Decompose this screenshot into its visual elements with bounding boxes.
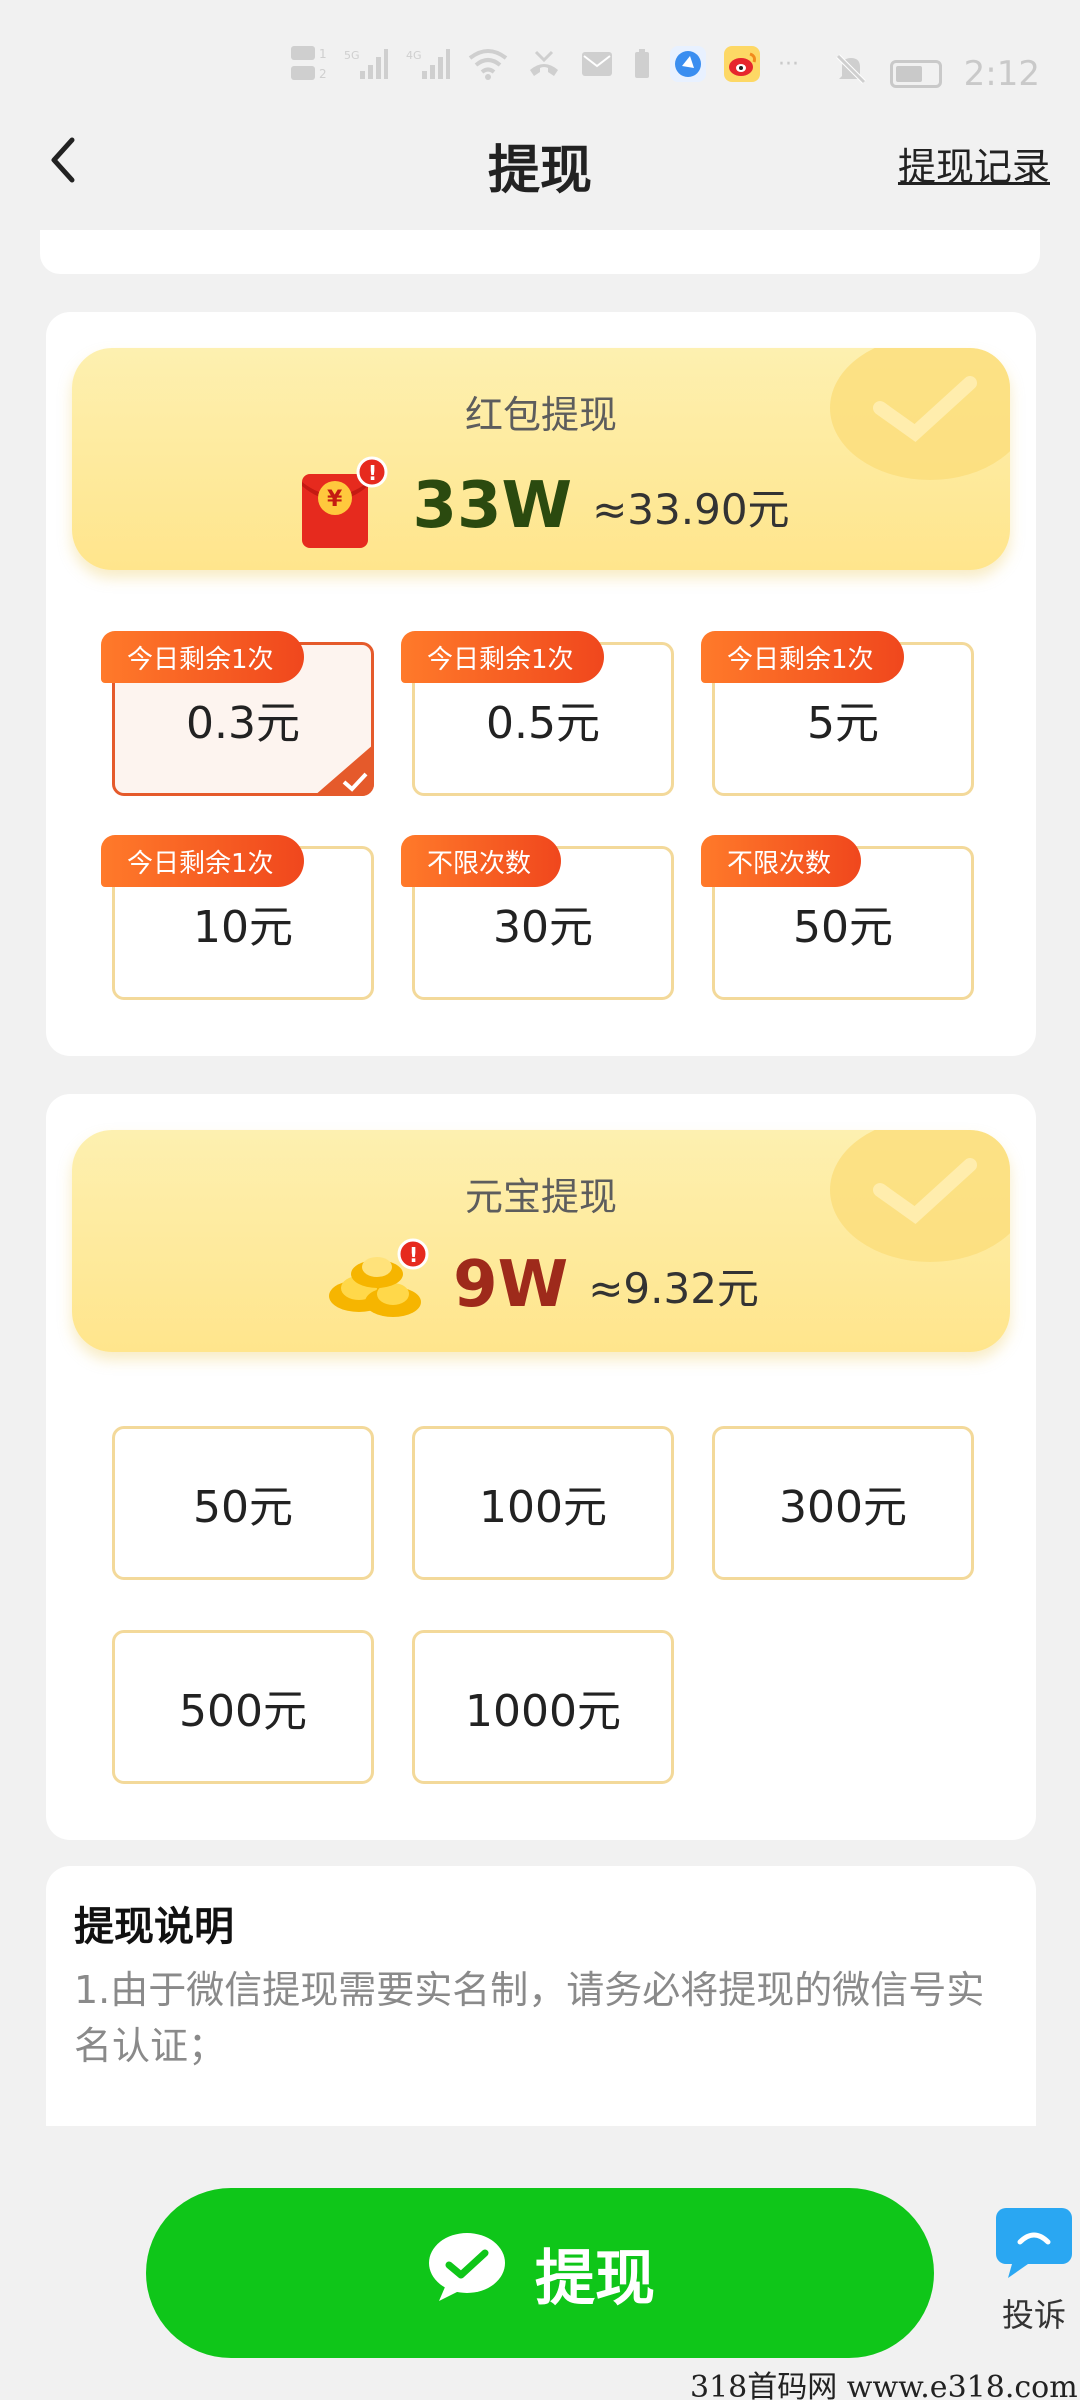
ingot-balance-row: ! 9W ≈9.32元: [72, 1238, 1010, 1332]
svg-text:1: 1: [319, 47, 326, 61]
ingot-approx: ≈9.32元: [588, 1263, 759, 1313]
header: 提现 提现记录: [0, 110, 1080, 210]
red-envelope-icon: ¥ !: [292, 456, 392, 556]
ingot-label: 元宝提现: [464, 1175, 617, 1219]
option-tag: 今日剩余1次: [401, 631, 604, 683]
notice-text: 1.由于微信提现需要实名制，请务必将提现的微信号实名认证；: [74, 1968, 985, 2068]
ingot-option-1[interactable]: 100元: [412, 1426, 674, 1580]
red-packet-balance-row: ¥ ! 33W ≈33.90元: [72, 456, 1010, 556]
missed-call-icon: [526, 48, 562, 80]
5g-signal-icon: 5G: [344, 48, 388, 80]
more-dots-icon: ···: [778, 51, 799, 77]
red-option-5[interactable]: 不限次数 50元: [701, 835, 974, 1000]
option-value: 0.3元: [186, 698, 300, 749]
option-value: 500元: [179, 1686, 307, 1737]
red-option-2[interactable]: 今日剩余1次 5元: [701, 631, 974, 796]
option-value: 50元: [793, 902, 893, 953]
wifi-icon: [468, 48, 508, 80]
ingot-amount: 9W: [453, 1248, 569, 1322]
status-right-icons: 2:12: [834, 52, 1040, 95]
ingot-option-4[interactable]: 1000元: [412, 1630, 674, 1784]
top-card-edge: [40, 230, 1040, 274]
status-bar: 12 5G 4G ··· 2:12: [0, 0, 1080, 110]
withdraw-notice: 提现说明 1.由于微信提现需要实名制，请务必将提现的微信号实名认证；: [46, 1866, 1036, 2126]
option-tag: 今日剩余1次: [101, 835, 304, 887]
svg-text:!: !: [409, 1243, 418, 1267]
gold-ingot-icon: !: [323, 1238, 433, 1332]
option-value: 30元: [493, 902, 593, 953]
svg-text:2: 2: [319, 67, 326, 81]
option-tag: 不限次数: [401, 835, 562, 887]
hd-icon: 12: [290, 46, 326, 81]
ingot-card: 元宝提现 ! 9W ≈9.32元 50元 100元 300元 500元 1000…: [46, 1094, 1036, 1840]
message-icon: [580, 48, 614, 80]
ingot-option-0[interactable]: 50元: [112, 1426, 374, 1580]
watermark-text: 318首码网 www.e318.com: [690, 2370, 1078, 2400]
battery-icon: [889, 59, 942, 88]
mute-bell-icon: [834, 52, 868, 95]
option-value: 1000元: [465, 1686, 621, 1737]
option-tag: 不限次数: [701, 835, 862, 887]
red-packet-amount: 33W: [412, 469, 573, 543]
4g-signal-icon: 4G: [406, 48, 450, 80]
svg-text:4G: 4G: [406, 49, 422, 62]
app-icon: [670, 46, 706, 82]
notice-title: 提现说明: [74, 1904, 234, 1950]
ingot-balance-banner: 元宝提现 ! 9W ≈9.32元: [72, 1130, 1010, 1352]
weibo-icon: [724, 46, 760, 82]
chat-bubble-icon: [996, 2208, 1072, 2278]
red-packet-card: 红包提现 ¥ ! 33W ≈33.90元 今日剩余1次 0.3元 今日剩余1次: [46, 312, 1036, 1056]
red-packet-label: 红包提现: [464, 393, 617, 437]
svg-text:5G: 5G: [344, 49, 360, 62]
red-packet-approx: ≈33.90元: [592, 484, 790, 534]
option-value: 0.5元: [486, 698, 600, 749]
status-time: 2:12: [963, 53, 1040, 94]
option-value: 5元: [807, 698, 879, 749]
option-tag: 今日剩余1次: [101, 631, 304, 683]
svg-text:¥: ¥: [327, 487, 343, 512]
red-option-4[interactable]: 不限次数 30元: [401, 835, 674, 1000]
svg-text:!: !: [368, 461, 377, 485]
battery-saver-icon: [632, 48, 652, 80]
wechat-icon: [425, 2229, 509, 2318]
complain-label: 投诉: [1001, 2296, 1066, 2334]
option-value: 50元: [193, 1482, 293, 1533]
red-option-1[interactable]: 今日剩余1次 0.5元: [401, 631, 674, 796]
status-left-icons: 12 5G 4G ···: [290, 46, 799, 82]
withdraw-button-label: 提现: [535, 2243, 655, 2314]
ingot-option-2[interactable]: 300元: [712, 1426, 974, 1580]
ingot-option-3[interactable]: 500元: [112, 1630, 374, 1784]
option-value: 100元: [479, 1482, 607, 1533]
withdraw-button[interactable]: 提现: [146, 2188, 934, 2358]
selected-check-icon: [314, 744, 374, 796]
option-tag: 今日剩余1次: [701, 631, 904, 683]
withdraw-record-link[interactable]: 提现记录: [898, 136, 1050, 191]
option-value: 10元: [193, 902, 293, 953]
red-option-3[interactable]: 今日剩余1次 10元: [101, 835, 374, 1000]
complain-button[interactable]: 投诉: [994, 2206, 1074, 2336]
red-option-0[interactable]: 今日剩余1次 0.3元: [101, 631, 374, 796]
option-value: 300元: [779, 1482, 907, 1533]
red-packet-balance-banner: 红包提现 ¥ ! 33W ≈33.90元: [72, 348, 1010, 570]
